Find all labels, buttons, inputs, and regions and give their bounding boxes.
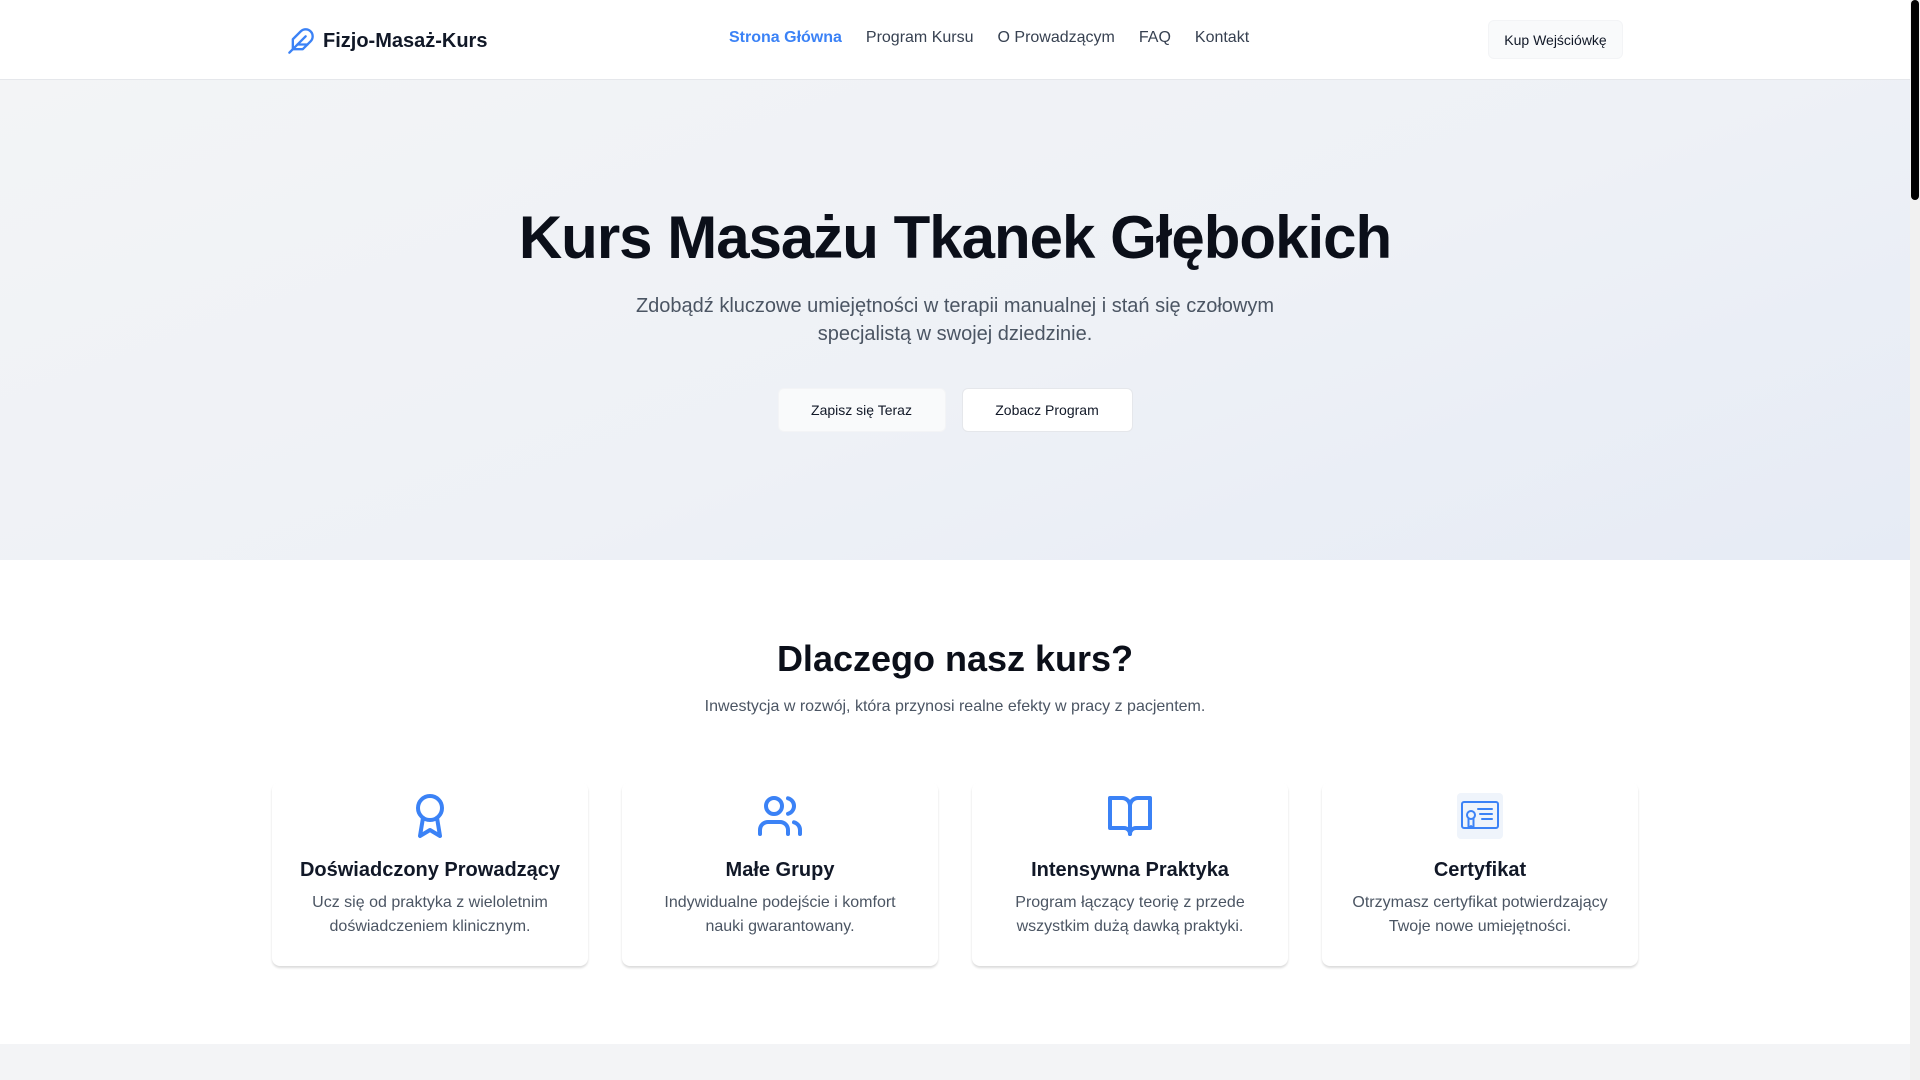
buy-ticket-button[interactable]: Kup Wejściówkę [1488,20,1623,59]
nav-link-program[interactable]: Program Kursu [866,29,974,47]
hero-subtitle: Zdobądź kluczowe umiejętności w terapii … [635,295,1275,345]
section-subtitle: Inwestycja w rozwój, która przynosi real… [704,698,1206,715]
feature-title: Intensywna Praktyka [1031,859,1229,881]
hero-title: Kurs Masażu Tkanek Głębokich [518,204,1392,271]
brand-name: Fizjo-Masaż-Kurs [323,29,488,52]
main-nav: Strona Główna Program Kursu O Prowadzący… [729,29,1249,47]
feather-icon [287,27,315,55]
brand-link[interactable]: Fizjo-Masaż-Kurs [287,26,487,56]
nav-link-faq[interactable]: FAQ [1139,29,1171,47]
hero-actions: Zapisz się Teraz Zobacz Program [0,388,1910,432]
users-icon [622,792,938,840]
feature-title: Doświadczony Prowadzący [299,859,561,881]
feature-title: Certyfikat [1433,859,1527,881]
feature-card-instructor: Doświadczony Prowadzący Ucz się od prakt… [272,782,588,966]
page-scrollbar[interactable] [1910,0,1920,1080]
book-open-icon [972,792,1288,840]
feature-card-certificate: Certyfikat Otrzymasz certyfikat potwierd… [1322,782,1638,966]
feature-description: Ucz się od praktyka z wieloletnim doświa… [312,894,548,935]
feature-cards: Doświadczony Prowadzący Ucz się od prakt… [272,782,1638,966]
feature-description: Indywidualne podejście i komfort nauki g… [664,894,896,935]
enroll-button[interactable]: Zapisz się Teraz [777,388,946,432]
feature-description: Otrzymasz certyfikat potwierdzający Twoj… [1352,894,1608,935]
nav-link-about[interactable]: O Prowadzącym [998,29,1115,47]
view-program-button[interactable]: Zobacz Program [961,388,1133,432]
nav-link-contact[interactable]: Kontakt [1195,29,1249,47]
award-icon [272,792,588,840]
nav-link-home[interactable]: Strona Główna [729,29,842,47]
certificate-icon [1322,792,1638,840]
next-section-band [0,1044,1910,1080]
hero-section: Kurs Masażu Tkanek Głębokich Zdobądź klu… [0,80,1910,560]
feature-card-practice: Intensywna Praktyka Program łączący teor… [972,782,1288,966]
section-title: Dlaczego nasz kurs? [776,638,1134,679]
site-header: Fizjo-Masaż-Kurs Strona Główna Program K… [0,0,1910,80]
feature-description: Program łączący teorię z przede wszystki… [1015,894,1245,935]
feature-title: Małe Grupy [725,859,835,881]
features-section: Dlaczego nasz kurs? Inwestycja w rozwój,… [0,560,1910,1044]
scrollbar-thumb[interactable] [1911,0,1919,200]
feature-card-groups: Małe Grupy Indywidualne podejście i komf… [622,782,938,966]
